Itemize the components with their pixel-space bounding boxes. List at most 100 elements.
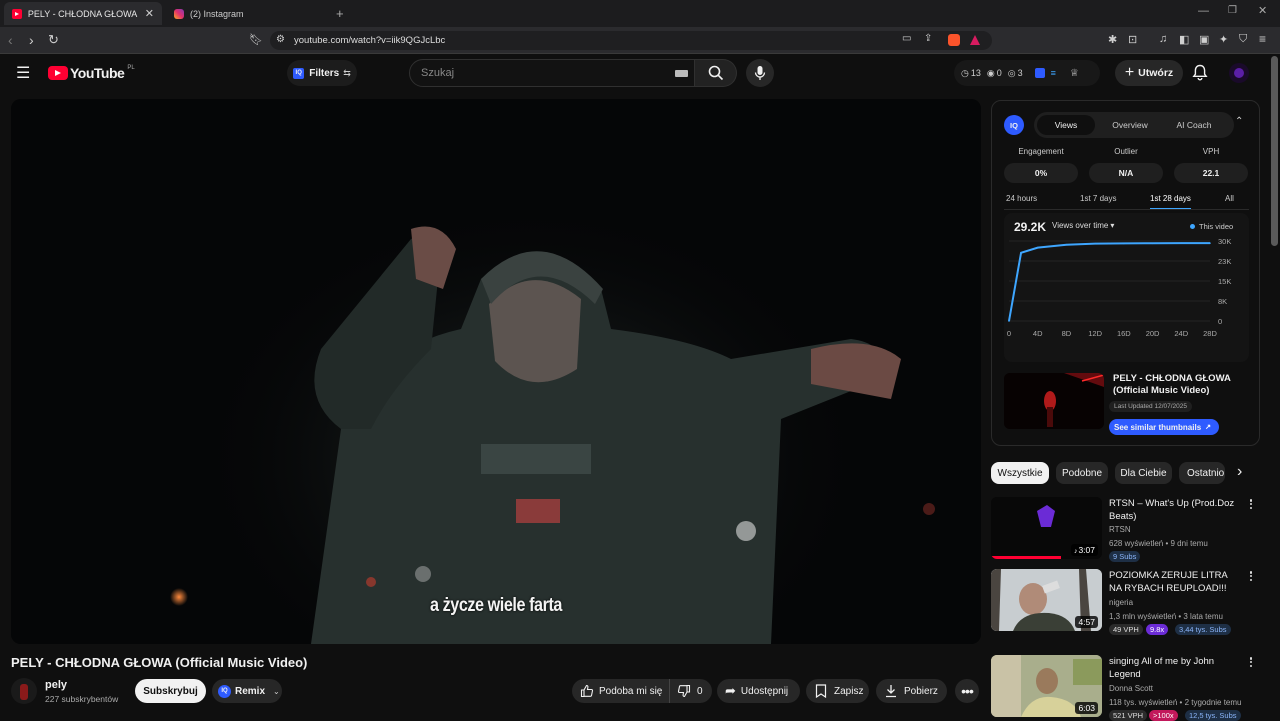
tab-overview[interactable]: Overview [1100, 115, 1160, 135]
tab-youtube[interactable]: PELY - CHŁODNA GŁOWA (Offic ✕ [4, 2, 162, 25]
rec-channel[interactable]: Donna Scott [1109, 684, 1153, 693]
youtube-logo[interactable]: YouTube PL [48, 65, 135, 81]
list-icon: ≡ [1050, 68, 1056, 78]
tab-ai-coach[interactable]: AI Coach [1164, 115, 1224, 135]
brave-rewards-icon[interactable] [970, 35, 980, 45]
channel-avatar[interactable] [11, 678, 37, 704]
close-tab-icon[interactable]: ✕ [145, 7, 154, 20]
save-label: Zapisz [834, 685, 864, 697]
screenshot-icon[interactable]: ⊡ [1128, 33, 1137, 46]
chips-next-icon[interactable]: › [1237, 463, 1242, 481]
search-input[interactable]: Szukaj [409, 59, 695, 87]
more-actions-button[interactable]: ••• [955, 679, 979, 703]
extensions-icon[interactable]: ✱ [1108, 33, 1117, 46]
period-24h[interactable]: 24 hours [1006, 194, 1037, 203]
bookmark-icon[interactable]: 🔖︎ [249, 33, 263, 46]
x-tick-label: 16D [1117, 329, 1131, 338]
chip-recent[interactable]: Ostatnio [1179, 462, 1225, 484]
period-all[interactable]: All [1225, 194, 1234, 203]
metric-value-outlier: N/A [1089, 163, 1163, 183]
similar-thumbnails-label: See similar thumbnails [1114, 422, 1202, 432]
download-button[interactable]: Pobierz [876, 679, 947, 703]
vidiq-stats-bar[interactable]: ◷ 13 ◉ 0 ◎ 3 ≡ ♕ [954, 60, 1100, 86]
keyboard-icon[interactable] [675, 70, 688, 77]
search-button[interactable] [695, 59, 737, 87]
rec-menu-button[interactable] [1246, 497, 1256, 511]
views-total: 29.2K [1014, 220, 1047, 234]
vpn-icon[interactable]: ⛉ [1239, 33, 1247, 46]
vidiq-icon: IQ [293, 67, 305, 79]
account-avatar[interactable] [1229, 63, 1249, 83]
rec-thumbnail[interactable]: ♪3:07 [991, 497, 1102, 559]
rec-meta: 1,3 mln wyświetleń • 3 lata temu [1109, 612, 1223, 621]
rec-menu-button[interactable] [1246, 569, 1256, 583]
rec-meta: 628 wyświetleń • 9 dni temu [1109, 539, 1208, 548]
page-scrollbar-thumb[interactable] [1271, 56, 1278, 246]
chip-related[interactable]: Podobne [1056, 462, 1108, 484]
collapse-panel-icon[interactable]: ⌃ [1235, 116, 1243, 127]
rec-thumbnail[interactable]: 6:03 [991, 655, 1102, 717]
chevron-down-icon: ⌄ [273, 686, 280, 696]
cast-icon[interactable]: ▭ [902, 33, 911, 44]
rec-badge-vph: 49 VPH [1109, 624, 1143, 635]
site-settings-icon[interactable]: ⚙ [276, 34, 285, 45]
period-7d[interactable]: 1st 7 days [1080, 194, 1116, 203]
dot-icon [1249, 578, 1253, 581]
reload-icon[interactable]: ↻ [48, 32, 59, 48]
rec-title[interactable]: POZIOMKA ZERUJE LITRA NA RYBACH REUPLOAD… [1109, 569, 1241, 595]
period-28d[interactable]: 1st 28 days [1150, 194, 1191, 209]
hamburger-menu-icon[interactable]: ☰ [16, 63, 30, 83]
chip-for-you[interactable]: Dla Ciebie [1115, 462, 1172, 484]
share-page-icon[interactable]: ⇪ [924, 33, 932, 44]
back-icon[interactable]: ‹ [8, 32, 13, 48]
similar-thumbnails-button[interactable]: See similar thumbnails ↗ [1109, 419, 1219, 435]
new-tab-icon[interactable]: + [336, 6, 344, 21]
tab-instagram[interactable]: (2) Instagram [166, 2, 326, 25]
leo-ai-icon[interactable]: ✦ [1219, 33, 1228, 46]
brave-shields-icon[interactable] [948, 34, 960, 46]
rec-title[interactable]: singing All of me by John Legend [1109, 655, 1241, 681]
notifications-bell-icon[interactable] [1192, 64, 1208, 81]
wallet-icon[interactable]: ▣ [1199, 33, 1209, 46]
share-button[interactable]: ➦ Udostępnij [717, 679, 800, 703]
save-button[interactable]: Zapisz [806, 679, 869, 703]
rec-channel[interactable]: nigeria [1109, 598, 1133, 607]
rec-title[interactable]: RTSN – What's Up (Prod.Doz Beats) [1109, 497, 1241, 523]
forward-icon[interactable]: › [29, 32, 34, 48]
menu-icon[interactable]: ≡ [1259, 32, 1266, 46]
recommendation-item[interactable]: 4:57 POZIOMKA ZERUJE LITRA NA RYBACH REU… [991, 569, 1256, 635]
chip-all[interactable]: Wszystkie [991, 462, 1049, 484]
sidebar-icon[interactable]: ◧ [1179, 33, 1189, 46]
rec-meta: 118 tys. wyświetleń • 2 tygodnie temu [1109, 698, 1242, 707]
like-button[interactable]: Podoba mi się [572, 679, 670, 703]
dislike-button[interactable]: 0 [670, 684, 703, 698]
music-icon[interactable]: ♫ [1159, 33, 1167, 45]
rec-menu-button[interactable] [1246, 655, 1256, 669]
rec-thumbnail[interactable]: 4:57 [991, 569, 1102, 631]
remix-button[interactable]: IQ Remix ⌄ [212, 679, 282, 703]
recommendation-item[interactable]: ♪3:07 RTSN – What's Up (Prod.Doz Beats) … [991, 497, 1256, 562]
video-subtitle: a życze wiele farta [430, 595, 562, 616]
url-field[interactable]: ⚙ youtube.com/watch?v=iik9QGJcLbc ▭ ⇪ [270, 31, 992, 50]
vidiq-filters-button[interactable]: IQ Filters ⇆ [287, 60, 357, 86]
views-dropdown[interactable]: Views over time ▾ [1052, 221, 1114, 230]
save-bookmark-icon [815, 684, 827, 698]
rec-channel[interactable]: RTSN [1109, 525, 1131, 534]
recommendation-item[interactable]: 6:03 singing All of me by John Legend Do… [991, 655, 1256, 721]
channel-name[interactable]: pely [45, 679, 67, 691]
video-player[interactable]: a życze wiele farta [11, 99, 981, 644]
create-label: Utwórz [1138, 67, 1174, 79]
video-thumbnail[interactable] [1004, 373, 1104, 429]
thumbs-up-icon [580, 684, 594, 698]
video-frame [11, 99, 981, 644]
subscribe-button[interactable]: Subskrybuj [135, 679, 206, 703]
maximize-icon[interactable]: ❐ [1228, 5, 1237, 16]
close-window-icon[interactable]: ✕ [1258, 4, 1267, 17]
tab-views[interactable]: Views [1037, 115, 1095, 135]
logo-text: YouTube [70, 65, 125, 81]
create-button[interactable]: + Utwórz [1115, 60, 1183, 86]
minimize-icon[interactable]: — [1198, 5, 1209, 17]
dot-icon [1249, 502, 1253, 506]
voice-search-button[interactable] [746, 59, 774, 87]
rec-badge-outlier: >100x [1149, 710, 1178, 721]
